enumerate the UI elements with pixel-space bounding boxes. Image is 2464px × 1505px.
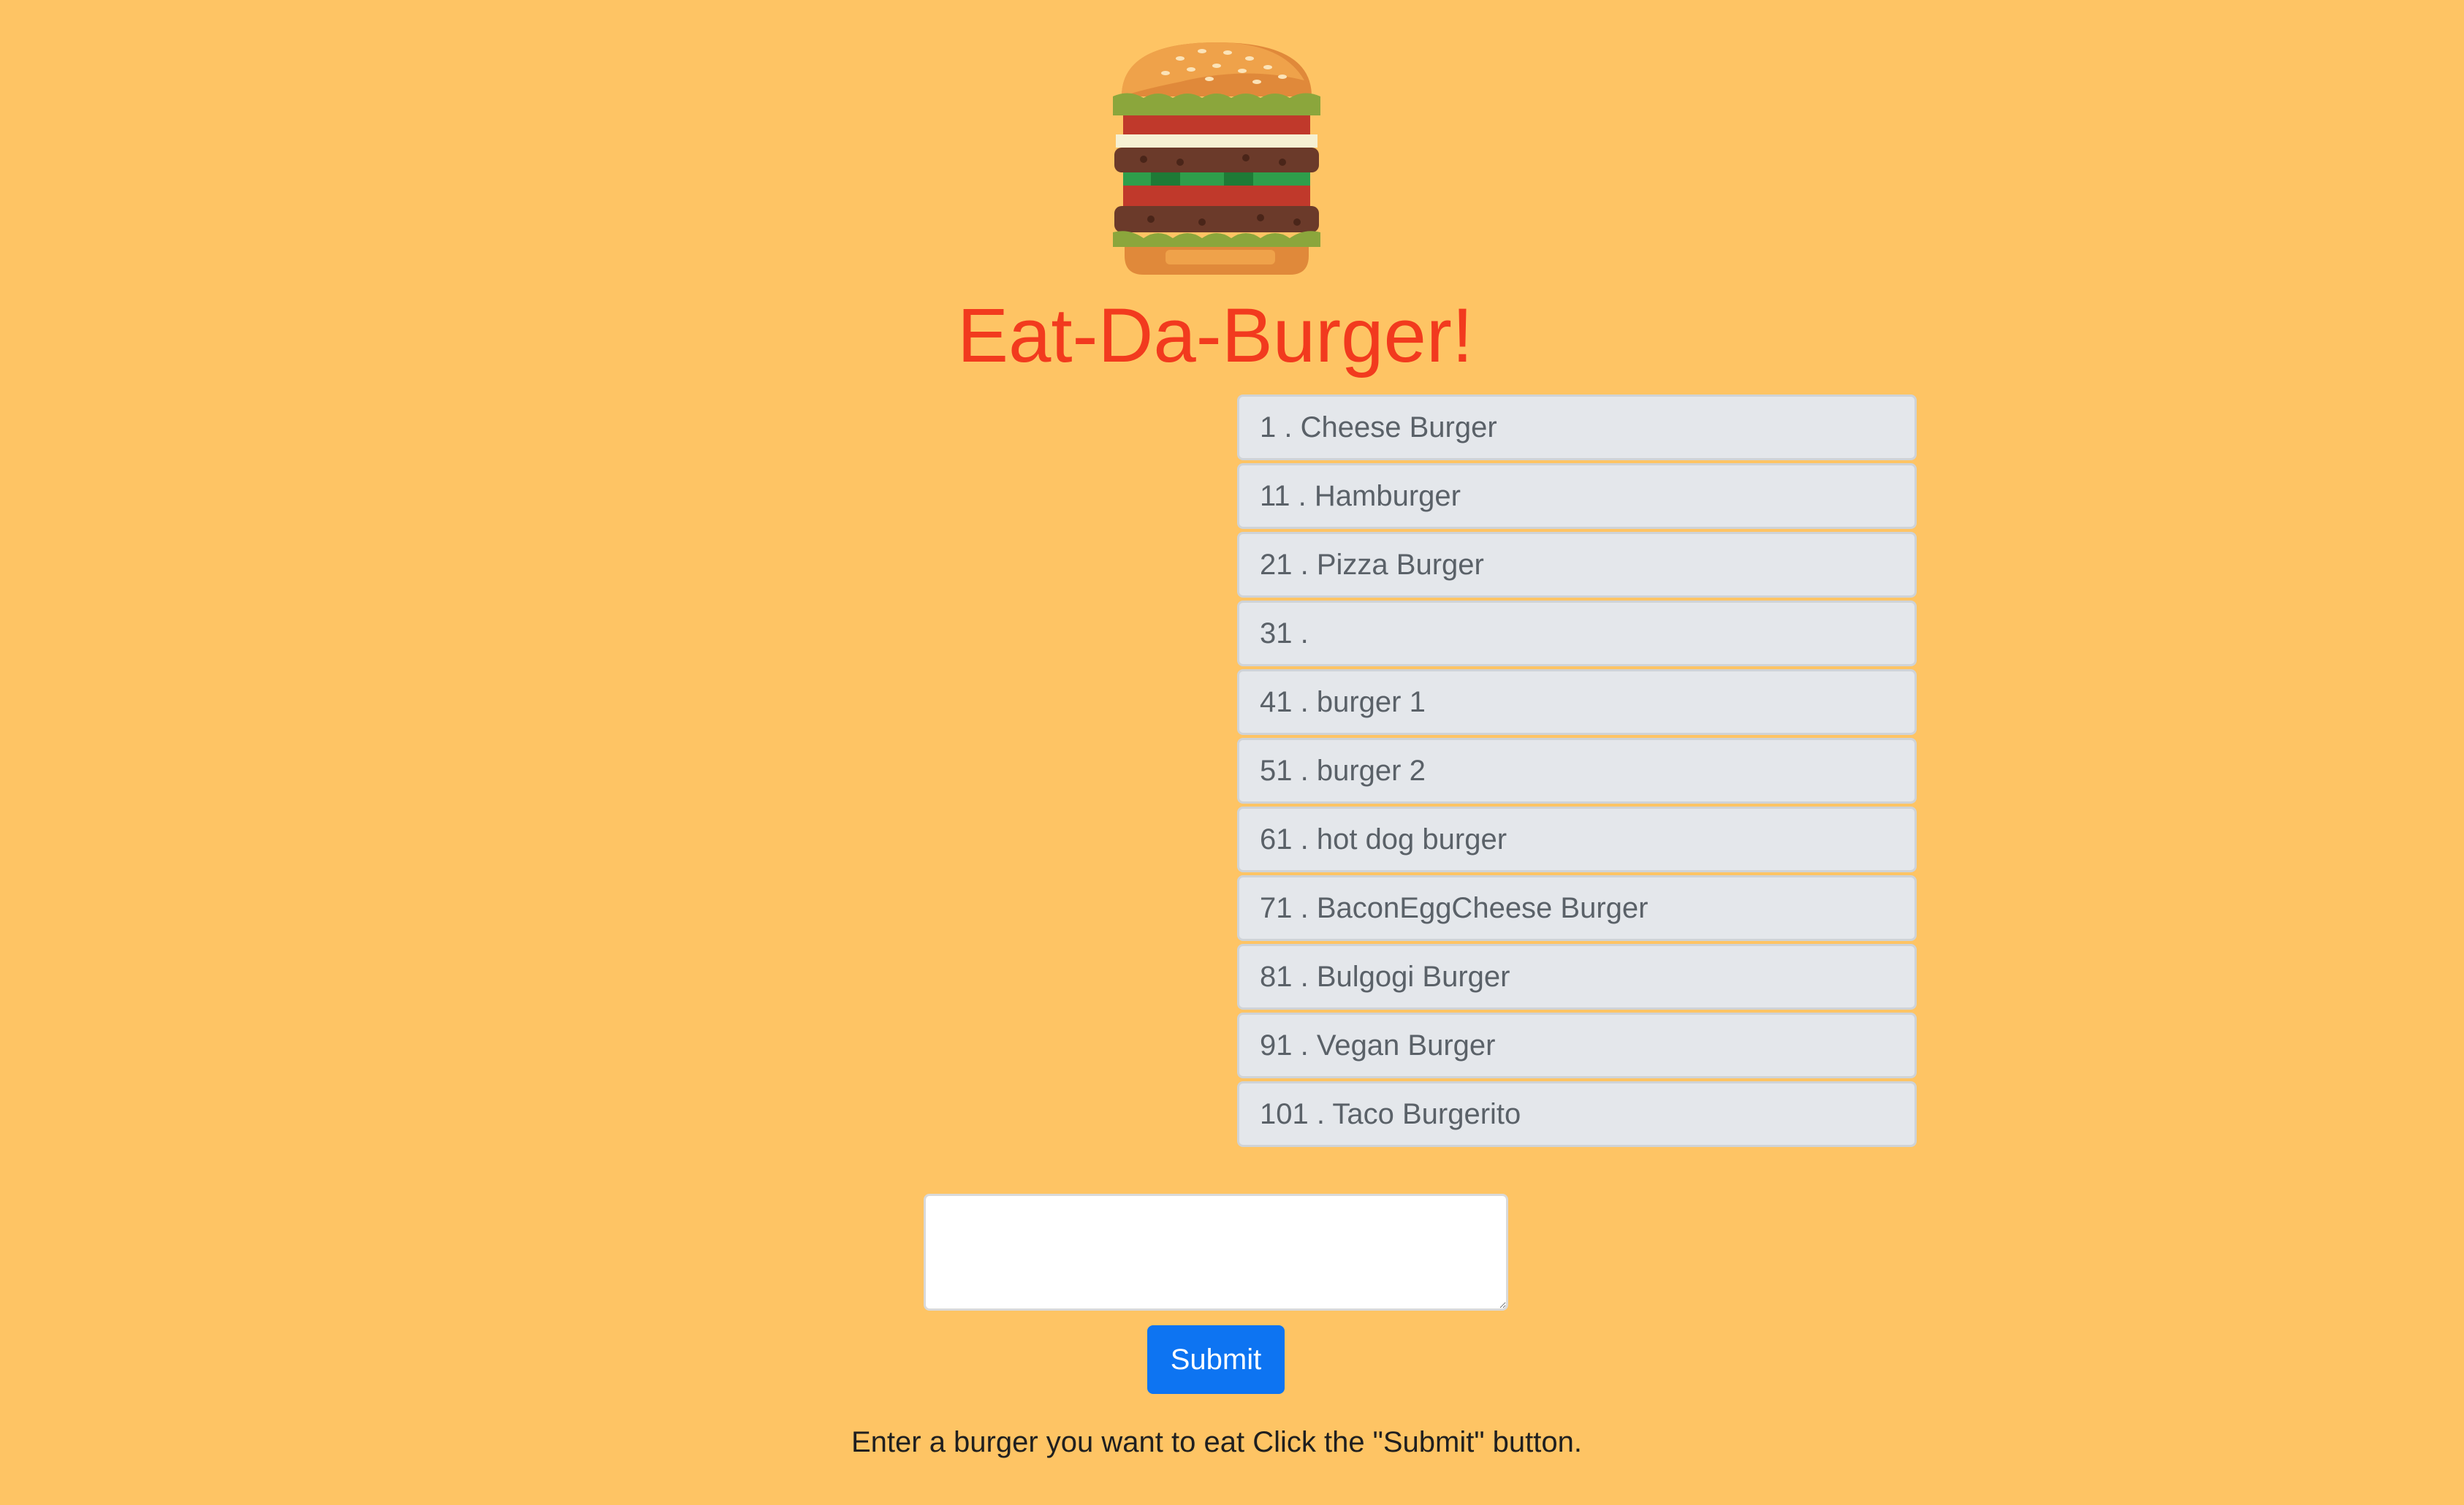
burger-id: 91 xyxy=(1260,1029,1317,1062)
instructions-text: Enter a burger you want to eat Click the… xyxy=(851,1426,1583,1458)
submit-button[interactable]: Submit xyxy=(1147,1325,1285,1394)
burger-id: 31 xyxy=(1260,617,1309,649)
list-item[interactable]: 71BaconEggCheese Burger xyxy=(1237,875,1917,941)
list-item[interactable]: 11Hamburger xyxy=(1237,463,1917,529)
burger-name: burger 2 xyxy=(1316,755,1426,787)
page: Eat-Da-Burger! 1Cheese Burger 11Hamburge… xyxy=(0,0,2464,1505)
list-item[interactable]: 61hot dog burger xyxy=(1237,807,1917,872)
list-item[interactable]: 91Vegan Burger xyxy=(1237,1013,1917,1078)
burger-id: 1 xyxy=(1260,411,1301,443)
burger-id: 81 xyxy=(1260,961,1317,993)
list-item[interactable]: 41burger 1 xyxy=(1237,669,1917,735)
burger-name-input[interactable] xyxy=(924,1194,1508,1311)
burger-id: 51 xyxy=(1260,755,1317,787)
burger-id: 21 xyxy=(1260,549,1317,581)
burger-id: 71 xyxy=(1260,892,1317,924)
burger-name: Bulgogi Burger xyxy=(1316,961,1510,993)
burger-id: 61 xyxy=(1260,823,1317,856)
list-item[interactable]: 81Bulgogi Burger xyxy=(1237,944,1917,1010)
list-item[interactable]: 1Cheese Burger xyxy=(1237,395,1917,460)
list-item[interactable]: 51burger 2 xyxy=(1237,738,1917,804)
list-item[interactable]: 21Pizza Burger xyxy=(1237,532,1917,598)
burger-id: 11 xyxy=(1260,480,1315,512)
burger-name: Pizza Burger xyxy=(1316,549,1484,581)
list-item[interactable]: 31 xyxy=(1237,601,1917,666)
burger-name: hot dog burger xyxy=(1316,823,1507,856)
burger-name: Hamburger xyxy=(1314,480,1461,512)
list-item[interactable]: 101Taco Burgerito xyxy=(1237,1081,1917,1147)
burger-name: burger 1 xyxy=(1316,686,1426,718)
burger-icon xyxy=(1113,42,1320,275)
burger-list: 1Cheese Burger 11Hamburger 21Pizza Burge… xyxy=(1237,395,1917,1150)
burger-name: Taco Burgerito xyxy=(1332,1098,1521,1130)
burger-id: 101 xyxy=(1260,1098,1332,1130)
page-title: Eat-Da-Burger! xyxy=(957,293,1474,378)
burger-id: 41 xyxy=(1260,686,1317,718)
burger-name: Cheese Burger xyxy=(1300,411,1497,443)
burger-name: Vegan Burger xyxy=(1316,1029,1496,1062)
burger-name: BaconEggCheese Burger xyxy=(1316,892,1649,924)
